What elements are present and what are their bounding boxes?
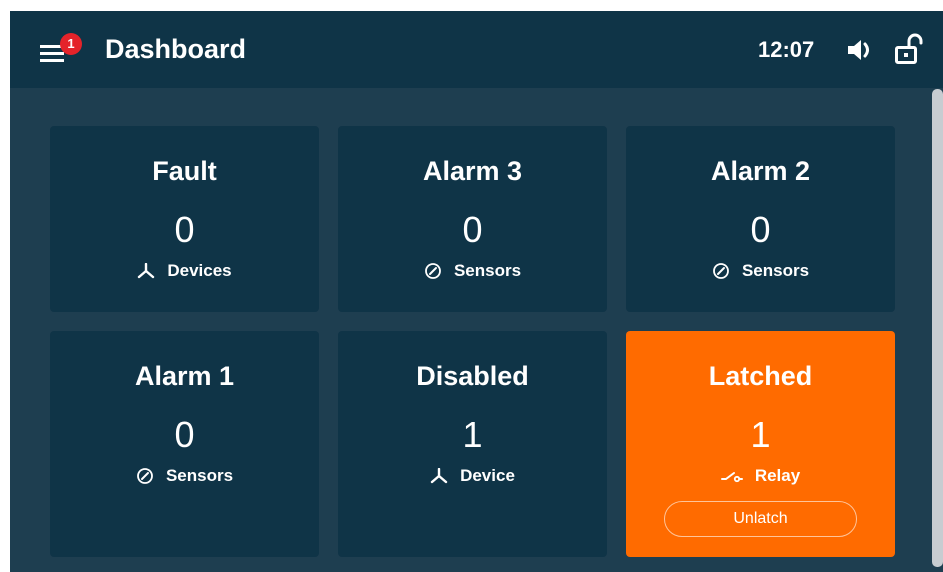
gauge-icon [425,263,441,279]
app-screen: 1 Dashboard 12:07 Fault 0 Devices Alarm … [10,11,943,572]
alarm-1-card[interactable]: Alarm 1 0 Sensors [50,331,319,557]
gauge-icon [713,263,729,279]
card-label: Sensors [453,261,522,280]
card-label: Sensors [741,261,810,280]
latched-card[interactable]: Latched 1 Relay Unlatch [626,331,895,557]
card-count: 1 [462,414,483,455]
card-label: Device [460,466,515,485]
card-subtitle: Device [338,465,607,487]
unlock-icon [895,33,923,64]
top-bar: 1 Dashboard 12:07 [10,11,943,88]
card-label: Devices [167,261,232,280]
alarm-3-card[interactable]: Alarm 3 0 Sensors [338,126,607,312]
card-subtitle: Devices [50,260,319,282]
lock-button[interactable] [894,33,924,65]
card-title: Alarm 2 [710,156,811,186]
clock: 12:07 [758,37,815,62]
card-count: 1 [750,414,771,455]
relay-switch-icon [720,472,743,483]
gauge-icon [137,468,153,484]
fault-card[interactable]: Fault 0 Devices [50,126,319,312]
card-title: Alarm 3 [422,156,523,186]
card-title: Latched [708,361,813,391]
card-subtitle: Sensors [626,260,895,282]
card-title: Fault [152,156,217,186]
device-tree-icon [138,263,155,279]
alarm-2-card[interactable]: Alarm 2 0 Sensors [626,126,895,312]
card-label: Sensors [165,466,234,485]
page-title: Dashboard [105,34,247,64]
menu-button[interactable]: 1 [32,33,86,69]
card-count: 0 [750,209,771,250]
card-label: Relay [754,466,801,485]
unlatch-button[interactable]: Unlatch [664,501,857,537]
volume-icon [848,40,869,60]
card-subtitle: Relay [626,465,895,487]
volume-button[interactable] [845,36,877,64]
notification-badge: 1 [60,33,82,55]
card-count: 0 [174,209,195,250]
scrollbar[interactable] [932,89,943,567]
card-count: 0 [462,209,483,250]
disabled-card[interactable]: Disabled 1 Device [338,331,607,557]
card-title: Disabled [416,361,529,391]
card-count: 0 [174,414,195,455]
card-subtitle: Sensors [50,465,319,487]
card-subtitle: Sensors [338,260,607,282]
device-tree-icon [430,468,448,484]
card-title: Alarm 1 [134,361,235,391]
